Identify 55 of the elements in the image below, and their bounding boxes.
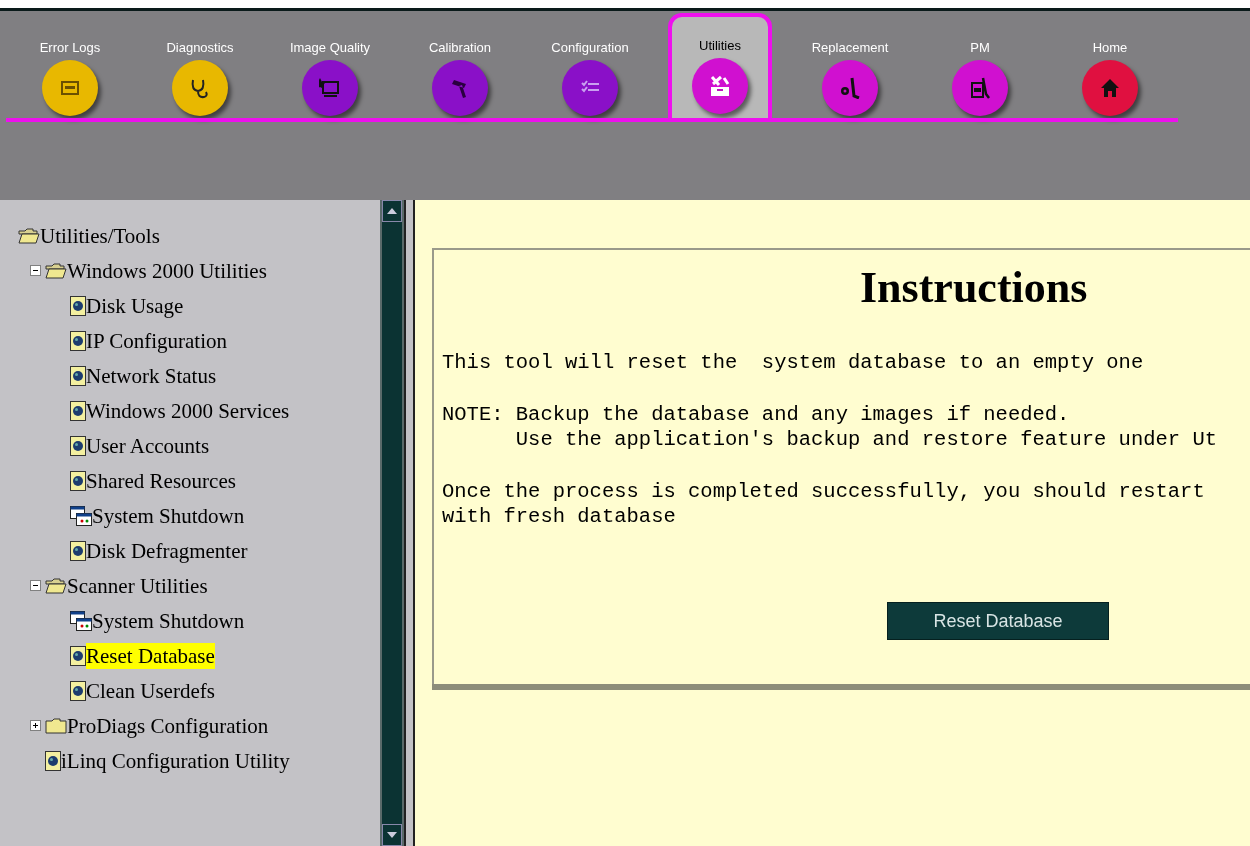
tree-item[interactable]: Disk Usage [86, 292, 184, 319]
instruction-text: Use the application's backup and restore feature under Ut [514, 427, 1218, 452]
toolbar-tab[interactable]: Home [1058, 17, 1162, 121]
tree-item[interactable]: Clean Userdefs [86, 677, 215, 704]
open-folder-icon [45, 577, 67, 594]
tree-item[interactable]: System Shutdown [92, 502, 245, 529]
tree-item[interactable]: User Accounts [86, 432, 210, 459]
document-globe-icon [70, 645, 86, 666]
window-icon [70, 505, 92, 526]
instruction-text: NOTE: Backup the database and any images if needed. [442, 402, 1070, 427]
tree-item[interactable]: iLinq Configuration Utility [61, 747, 290, 774]
instruction-text: with fresh database [442, 504, 676, 529]
document-globe-icon [70, 365, 86, 386]
document-globe-icon [45, 750, 61, 771]
folder-icon [45, 717, 67, 734]
stethoscope-icon [189, 77, 211, 99]
tree-item[interactable]: Shared Resources [86, 467, 236, 494]
document-globe-icon [70, 540, 86, 561]
collapse-icon[interactable] [30, 580, 41, 591]
document-globe-icon [70, 470, 86, 491]
clipboard-wrench-icon [969, 77, 991, 99]
toolbox-icon [709, 75, 731, 97]
document-globe-icon [70, 400, 86, 421]
window-icon [70, 610, 92, 631]
tree-item[interactable]: Windows 2000 Services [86, 397, 290, 424]
tree-item[interactable]: Windows 2000 Utilities [67, 257, 267, 284]
toolbar-tab[interactable]: Utilities [668, 13, 772, 121]
tree-item[interactable]: Network Status [86, 362, 217, 389]
pane-splitter[interactable] [404, 200, 415, 846]
reset-database-button[interactable]: Reset Database [887, 602, 1109, 640]
document-globe-icon [70, 295, 86, 316]
document-globe-icon [70, 330, 86, 351]
toolbar-tab[interactable]: PM [928, 17, 1032, 121]
scroll-down-button[interactable] [382, 824, 402, 846]
tree-item[interactable]: System Shutdown [92, 607, 245, 634]
document-globe-icon [70, 680, 86, 701]
expand-icon[interactable] [30, 720, 41, 731]
wrench-nut-icon [839, 77, 861, 99]
down-arrow-icon [387, 832, 397, 838]
tree-item[interactable]: Disk Defragmenter [86, 537, 248, 564]
home-icon [1099, 77, 1121, 99]
tree-item[interactable]: Utilities/Tools [40, 222, 160, 249]
tree-item[interactable]: IP Configuration [86, 327, 227, 354]
instruction-text: This tool will reset the system database to an empty one [442, 350, 1144, 375]
scroll-up-button[interactable] [382, 200, 402, 222]
instruction-text: Once the process is completed successfully, you should restart [442, 479, 1205, 504]
tree-item[interactable]: ProDiags Configuration [67, 712, 269, 739]
document-globe-icon [70, 435, 86, 456]
tree-item[interactable]: Scanner Utilities [67, 572, 208, 599]
tree-item[interactable]: Reset Database [86, 642, 215, 669]
up-arrow-icon [387, 208, 397, 214]
instructions-title: Instructions [859, 262, 1088, 314]
monitor-icon [319, 77, 341, 99]
open-folder-icon [45, 262, 67, 279]
collapse-icon[interactable] [30, 265, 41, 276]
